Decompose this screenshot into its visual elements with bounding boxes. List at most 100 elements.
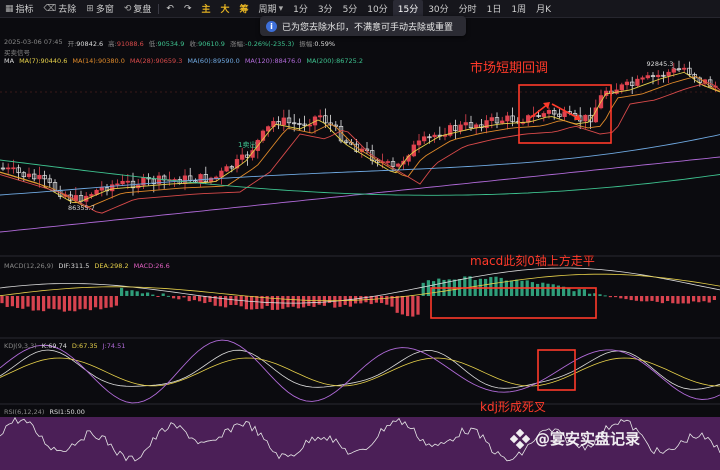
rsi-value-label: RSI1:50.00 (49, 408, 85, 416)
period-timeshare[interactable]: 分时 (454, 0, 482, 18)
macd-histogram-bar (536, 283, 540, 296)
ma14-label: MA(14):90380.0 (72, 57, 125, 65)
high-value: 高:91088.6 (108, 40, 144, 48)
candle-body (682, 67, 687, 70)
macd-histogram-bar (541, 282, 545, 296)
macd-histogram-bar (588, 293, 592, 296)
macd-histogram-bar (146, 292, 150, 296)
period-month[interactable]: 月K (531, 0, 556, 18)
macd-histogram-bar (99, 296, 103, 310)
candle-body (281, 117, 286, 126)
macd-histogram-bar (681, 296, 685, 304)
author-watermark: @宴安实盘记录 (510, 428, 640, 449)
macd-histogram-bar (198, 296, 202, 302)
chart-canvas[interactable]: 92845.3 86355.7 1卖出 (0, 0, 720, 470)
macd-histogram-bar (577, 289, 581, 296)
change-value: 涨幅:-0.26%(-235.3) (229, 40, 295, 48)
dif-label: DIF:311.5 (58, 262, 90, 270)
macd-histogram-bar (120, 287, 124, 296)
rsi-name: RSI(6,12,24) (4, 408, 45, 416)
macd-histogram-bar (692, 296, 696, 302)
macd-histogram-bar (224, 296, 228, 308)
price-panel (0, 19, 720, 255)
macd-histogram-bar (645, 296, 649, 302)
macd-histogram-bar (47, 296, 51, 309)
sell-signal-label: 1卖出 (238, 140, 256, 149)
undo-icon[interactable]: ↶ (161, 0, 179, 18)
macd-histogram-bar (634, 296, 638, 301)
candle-body (318, 115, 323, 118)
candle-body (432, 134, 437, 138)
macd-histogram-bar (187, 296, 191, 302)
k-label: K:69.74 (41, 342, 67, 350)
rsi-legend: RSI(6,12,24) RSI1:50.00 (4, 408, 85, 416)
macd-histogram-bar (551, 284, 555, 296)
macd-histogram-bar (302, 296, 306, 308)
candle-body (583, 114, 588, 122)
macd-histogram-bar (582, 289, 586, 296)
open-value: 开:90842.6 (67, 40, 104, 48)
macd-histogram-bar (109, 296, 113, 308)
amplitude-value: 振幅:0.59% (299, 40, 336, 48)
candle-body (396, 163, 401, 167)
candle-body (125, 180, 130, 183)
macd-histogram-bar (5, 296, 9, 307)
macd-histogram-bar (42, 296, 46, 312)
remove-button[interactable]: ⌫ 去除 (39, 0, 82, 18)
period-dropdown[interactable]: 周期 ▾ (254, 0, 289, 18)
raise-chip-button[interactable]: 筹 (235, 0, 254, 18)
d-label: D:67.35 (71, 342, 98, 350)
period-5m[interactable]: 5分 (338, 0, 363, 18)
macd-histogram-bar (296, 296, 300, 309)
macd-histogram-bar (229, 296, 233, 306)
candle-body (562, 111, 567, 117)
indicator-button[interactable]: ▦ 指标 (0, 0, 39, 18)
low-value: 低:90534.9 (148, 40, 185, 48)
macd-histogram-bar (697, 296, 701, 303)
macd-histogram-bar (312, 296, 316, 307)
candle-body (666, 71, 671, 77)
macd-histogram-bar (650, 296, 654, 301)
macd-histogram-bar (281, 296, 285, 309)
big-chip-button[interactable]: 大 (216, 0, 235, 18)
macd-histogram-bar (16, 296, 20, 308)
macd-histogram-bar (530, 282, 534, 296)
replay-button[interactable]: ⟲ 复盘 (119, 0, 157, 18)
candle-body (619, 84, 624, 91)
macd-histogram-bar (135, 291, 139, 296)
period-10m[interactable]: 10分 (362, 0, 392, 18)
period-15m[interactable]: 15分 (392, 0, 424, 18)
toolbar-divider (158, 3, 160, 14)
info-icon: i (266, 20, 277, 32)
candle-body (115, 183, 120, 186)
period-1m[interactable]: 1分 (288, 0, 313, 18)
candle-body (182, 175, 188, 184)
macd-histogram-bar (499, 277, 503, 296)
watermark-text: @宴安实盘记录 (535, 430, 641, 448)
ma200-label: MA(200):86725.2 (306, 57, 364, 65)
ma60-label: MA(60):89590.0 (187, 57, 240, 65)
macd-histogram-bar (255, 296, 259, 310)
macd-histogram-bar (354, 296, 358, 304)
period-1d[interactable]: 1日 (482, 0, 507, 18)
multi-window-button[interactable]: ⊞ 多窗 (81, 0, 119, 18)
macd-histogram-bar (463, 276, 467, 296)
kdj-annotation: kdj形成死叉 (480, 400, 546, 414)
pullback-annotation: 市场短期回调 (470, 61, 549, 76)
redo-icon[interactable]: ↷ (179, 0, 197, 18)
period-3m[interactable]: 3分 (313, 0, 338, 18)
period-30m[interactable]: 30分 (423, 0, 453, 18)
signals-line: 买卖信号 (4, 47, 30, 57)
macd-name: MACD(12,26,9) (4, 262, 54, 270)
macd-histogram-bar (338, 296, 342, 307)
candle-body (489, 117, 494, 121)
candle-body (37, 174, 42, 180)
ohlc-info-line: 2025-03-06 07:45 开:90842.6 高:91088.6 低:9… (4, 38, 335, 48)
period-1w[interactable]: 1周 (506, 0, 531, 18)
candle-body (26, 173, 32, 178)
candle-body (219, 170, 224, 178)
master-chip-button[interactable]: 主 (197, 0, 216, 18)
macd-histogram-bar (671, 296, 675, 304)
macd-histogram-bar (0, 296, 4, 304)
macd-histogram-bar (151, 294, 155, 296)
